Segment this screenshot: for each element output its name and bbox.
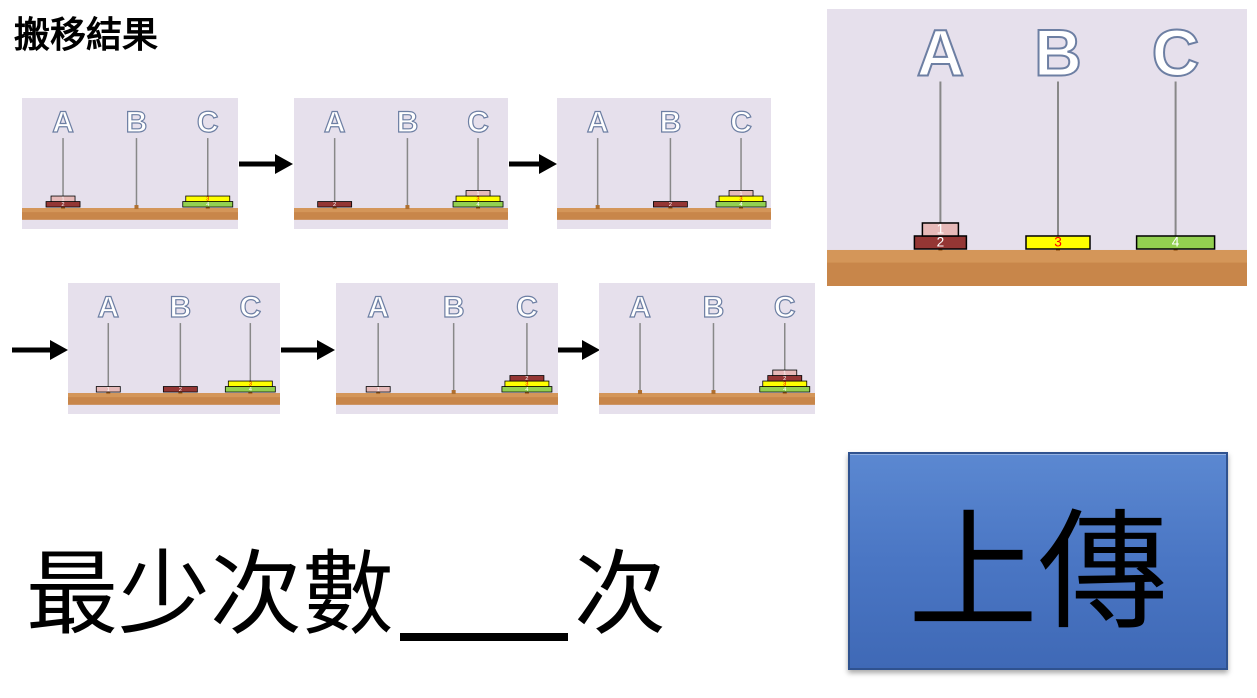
peg-label-b: B — [703, 291, 725, 324]
disk-label: 3 — [249, 382, 252, 388]
upload-button[interactable]: 上傳 — [848, 452, 1228, 670]
hanoi-scene: A B C4321 — [599, 290, 815, 405]
hanoi-scene: A 21 B 3 C 4 — [827, 14, 1247, 286]
disk-label: 3 — [1054, 235, 1062, 250]
disk-label: 4 — [1172, 235, 1180, 250]
peg-label-c: C — [197, 106, 219, 139]
peg-label-c: C — [1152, 15, 1200, 89]
peg-label-b: B — [1034, 15, 1082, 89]
disk-label: 3 — [525, 382, 528, 388]
disk-label: 3 — [206, 197, 209, 203]
peg-label-b: B — [397, 106, 419, 139]
min-moves-question: 最少次數 次 — [26, 520, 666, 653]
disk-label: 2 — [525, 376, 528, 382]
step-panel-1: A21BC43 — [22, 98, 238, 229]
disk-label: 2 — [937, 235, 945, 250]
arrow-right-icon — [558, 340, 600, 360]
hanoi-scene: A2B C431 — [294, 105, 508, 220]
peg-label-c: C — [239, 291, 261, 324]
arrow-right-icon — [12, 340, 68, 360]
peg-label-a: A — [97, 291, 119, 324]
hanoi-scene: A1B2C43 — [68, 290, 280, 405]
arrow-right-icon — [239, 154, 293, 174]
peg-label-a: A — [324, 106, 346, 139]
min-moves-suffix: 次 — [574, 541, 667, 648]
peg-label-c: C — [467, 106, 489, 139]
answer-blank — [400, 632, 569, 641]
arrow-right-icon — [281, 340, 335, 360]
disk-label: 3 — [783, 382, 786, 388]
arrow-right-icon — [509, 154, 557, 174]
step-panel-2: A2BC431 — [294, 98, 508, 229]
min-moves-prefix: 最少次數 — [26, 541, 395, 648]
peg-label-a: A — [587, 106, 609, 139]
disk-label: 1 — [937, 222, 945, 237]
disk-label: 1 — [377, 387, 380, 393]
peg-label-a: A — [629, 291, 651, 324]
peg-label-a: A — [52, 106, 74, 139]
step-panel-3: AB2C431 — [557, 98, 771, 229]
page-title: 搬移結果 — [14, 15, 159, 56]
peg-label-c: C — [516, 291, 538, 324]
disk-label: 1 — [61, 197, 64, 203]
initial-state-panel: A 21 B 3 C 4 — [827, 9, 1247, 286]
disk-label: 1 — [107, 387, 110, 393]
disk-label: 3 — [739, 197, 742, 203]
disk-label: 2 — [783, 376, 786, 382]
disk-label: 2 — [333, 202, 336, 208]
peg-label-c: C — [774, 291, 796, 324]
peg-label-b: B — [660, 106, 682, 139]
disk-label: 2 — [61, 202, 64, 208]
hanoi-scene: A21B C43 — [22, 105, 238, 220]
peg-label-a: A — [367, 291, 389, 324]
hanoi-scene: A1B C432 — [336, 290, 558, 405]
step-panel-5: A1BC432 — [336, 283, 558, 414]
disk-label: 1 — [783, 371, 786, 377]
peg-label-b: B — [126, 106, 148, 139]
disk-label: 2 — [179, 387, 182, 393]
step-panel-4: A1B2C43 — [68, 283, 280, 414]
disk-label: 1 — [739, 191, 742, 197]
disk-label: 1 — [476, 191, 479, 197]
peg-label-c: C — [730, 106, 752, 139]
step-panel-6: ABC4321 — [599, 283, 815, 414]
peg-label-b: B — [443, 291, 465, 324]
peg-label-a: A — [917, 15, 965, 89]
peg-label-b: B — [170, 291, 192, 324]
disk-label: 3 — [476, 197, 479, 203]
hanoi-scene: A B2C431 — [557, 105, 771, 220]
disk-label: 2 — [669, 202, 672, 208]
